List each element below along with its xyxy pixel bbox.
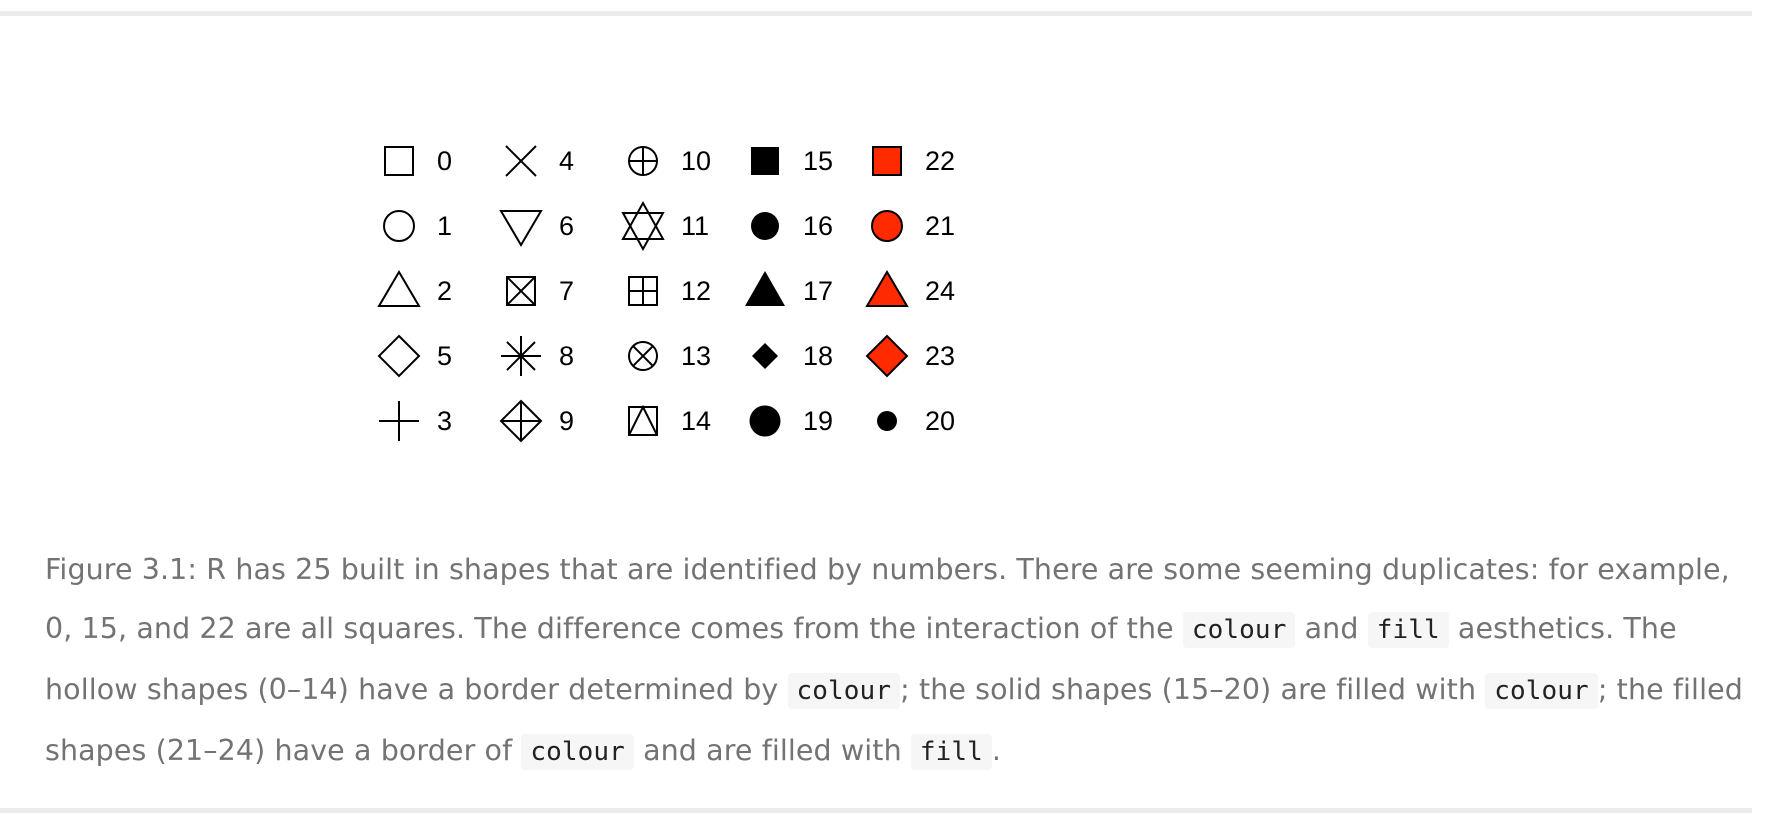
caption-text-4: ; the solid shapes (15–20) are filled wi… [900,673,1486,706]
shape-number-label: 14 [681,406,711,436]
shape-4-icon [505,145,537,177]
caption-code-colour: colour [1485,673,1598,709]
shape-19-icon [749,405,781,437]
shape-number-label: 24 [925,276,955,306]
shape-number-label: 17 [803,276,833,306]
caption-code-colour: colour [521,734,634,770]
shape-number-label: 6 [559,211,574,241]
shape-8-icon [501,336,541,376]
shape-number-label: 12 [681,276,711,306]
shape-number-label: 15 [803,146,833,176]
shape-15-icon [751,147,779,175]
caption-code-colour: colour [787,673,901,709]
shape-number-label: 4 [559,146,574,176]
shape-number-label: 13 [681,341,711,371]
shape-number-label: 8 [559,341,574,371]
shape-number-label: 3 [437,406,452,436]
shape-number-label: 23 [925,341,955,371]
shape-11-icon [621,200,665,252]
shape-1-icon [383,210,415,242]
figure-caption: Figure 3.1: R has 25 built in shapes tha… [45,540,1750,782]
shape-number-label: 18 [803,341,833,371]
shape-23-icon [865,334,909,378]
shape-21-icon [871,210,903,242]
shape-number-label: 22 [925,146,955,176]
shape-6-icon [499,210,543,247]
shape-number-label: 7 [559,276,574,306]
shape-number-label: 10 [681,146,711,176]
bottom-divider [0,808,1752,813]
shape-number-label: 1 [437,211,452,241]
shape-7-icon [506,276,536,306]
shape-number-label: 11 [681,211,709,241]
shape-number-label: 19 [803,406,833,436]
shape-22-icon [872,146,902,176]
shape-16-icon [751,212,779,240]
shape-20-icon [877,411,897,431]
shape-0-icon [384,146,414,176]
caption-text-2: and [1295,612,1368,645]
shape-14-icon [628,404,658,436]
shape-24-icon [865,270,909,307]
shape-17-icon [745,271,785,306]
shape-number-label: 16 [803,211,833,241]
shape-number-label: 20 [925,406,955,436]
caption-code-fill: fill [1367,612,1449,648]
shape-10-icon [628,146,658,176]
shape-5-icon [377,334,421,378]
shape-9-icon [499,399,543,443]
shape-number-label: 0 [437,146,452,176]
shape-2-icon [377,270,421,307]
shape-18-icon [752,343,778,369]
shape-number-label: 21 [925,211,955,241]
shape-13-icon [628,341,658,371]
shape-figure: 0125346789101112131415161718192221242320 [377,145,955,443]
shape-12-icon [628,276,658,306]
shape-number-label: 5 [437,341,452,371]
caption-code-colour: colour [1182,612,1296,648]
caption-text-7: . [991,734,1002,767]
caption-code-fill: fill [910,734,992,770]
shape-number-label: 2 [437,276,452,306]
shape-3-icon [379,401,419,441]
caption-text-6: and are filled with [633,734,911,767]
shape-number-label: 9 [559,406,574,436]
